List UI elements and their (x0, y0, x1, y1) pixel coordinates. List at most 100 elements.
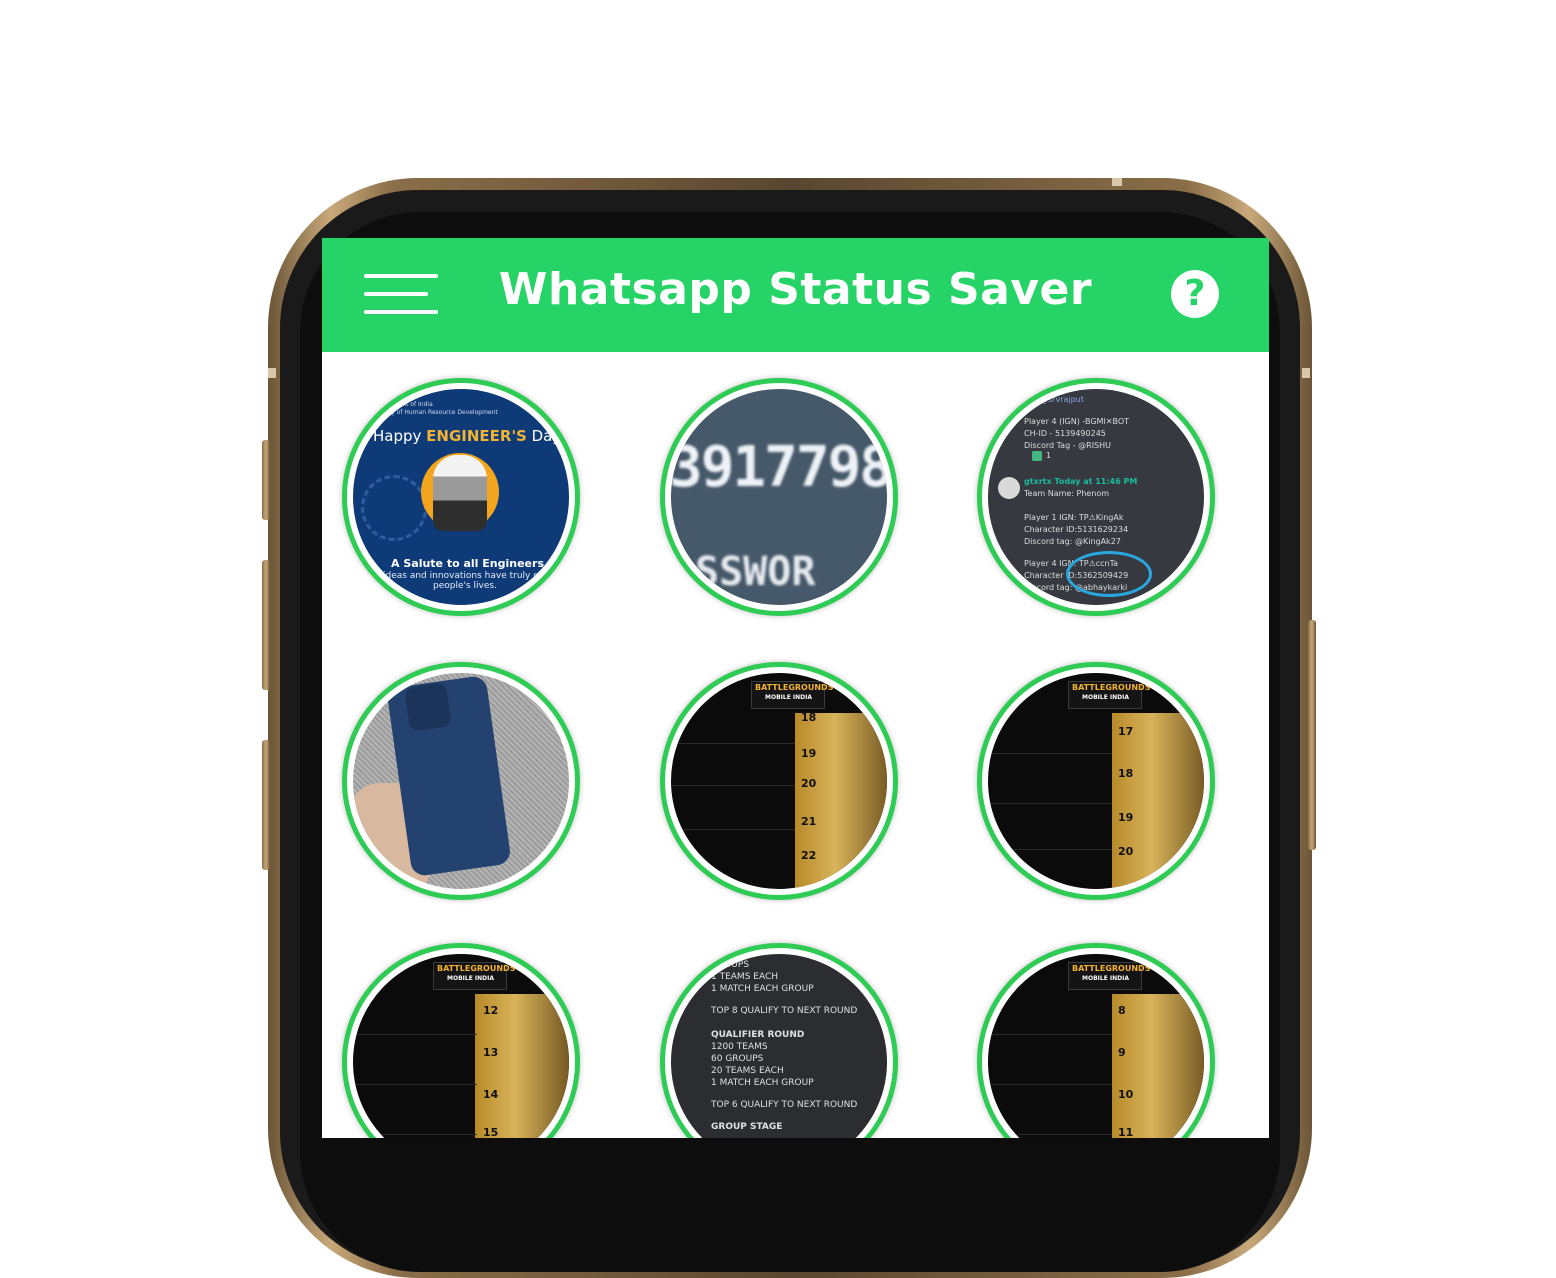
bgmi-logo-text: BATTLEGROUNDS (437, 964, 516, 973)
thumb-digits: 3917798 (671, 435, 887, 500)
table-divider (353, 1034, 477, 1035)
gear-graphic (361, 475, 427, 541)
thumb-salute: A Salute to all Engineers (391, 557, 544, 570)
antenna-line (1302, 368, 1310, 378)
table-divider (671, 785, 795, 786)
thumb-line: @srvrajput (1040, 395, 1084, 404)
table-divider (988, 1084, 1112, 1085)
side-button (262, 440, 270, 520)
check-icon (1032, 451, 1042, 461)
volume-up-button (262, 560, 270, 690)
status-item[interactable]: BATTLEGROUNDS MOBILE INDIA 18 19 20 21 2… (660, 662, 898, 900)
thumb-line: TOP 6 QUALIFY TO NEXT ROUND (711, 1100, 858, 1110)
rank-number: 8 (1118, 1004, 1126, 1017)
status-item[interactable]: Government of India Ministry of Human Re… (342, 378, 580, 616)
bgmi-logo-text: BATTLEGROUNDS (755, 683, 834, 692)
rank-number: 15 (483, 1126, 499, 1138)
status-item[interactable]: @srvrajput Player 4 (IGN) -BGMI✕BOT CH-I… (977, 378, 1215, 616)
status-item[interactable]: BATTLEGROUNDS MOBILE INDIA 12 13 14 15 (342, 943, 580, 1138)
thumb-line: TOP 8 QUALIFY TO NEXT ROUND (711, 1006, 858, 1016)
status-thumbnail: GROUPS 1 TEAMS EACH 1 MATCH EACH GROUP T… (671, 954, 887, 1138)
thumb-heading: Happy ENGINEER'S Day (373, 427, 562, 445)
rank-number: 20 (1118, 845, 1134, 858)
rank-number: 17 (1118, 725, 1134, 738)
status-thumbnail: BATTLEGROUNDS MOBILE INDIA 8 9 10 11 (988, 954, 1204, 1138)
bgmi-logo-subtext: MOBILE INDIA (1082, 694, 1129, 701)
thumb-line: 1200 TEAMS (711, 1042, 768, 1052)
table-divider (671, 829, 795, 830)
thumb-line: 1 TEAMS EACH (711, 972, 779, 982)
thumb-line: 1 (1046, 451, 1052, 460)
bgmi-logo-text: BATTLEGROUNDS (1072, 683, 1151, 692)
power-button (1308, 620, 1316, 850)
thumb-line: 1 MATCH EACH GROUP (711, 1078, 814, 1088)
bgmi-logo-subtext: MOBILE INDIA (447, 975, 494, 982)
volume-down-button (262, 740, 270, 870)
status-thumbnail: Government of India Ministry of Human Re… (353, 389, 569, 605)
rank-number: 13 (483, 1046, 499, 1059)
table-divider (988, 1134, 1112, 1135)
hamburger-menu-icon[interactable] (364, 274, 438, 316)
thumb-line: 60 GROUPS (711, 1054, 764, 1064)
antenna-line (1112, 178, 1122, 186)
table-divider (353, 1084, 477, 1085)
thumb-sub: ideas and innovations have truly ch peop… (383, 571, 544, 591)
thumb-line: 20 TEAMS EACH (711, 1066, 784, 1076)
thumb-line: Player 1 IGN: TP⚠KingAk (1024, 513, 1124, 522)
rank-number: 18 (801, 711, 817, 724)
table-divider (353, 1134, 477, 1135)
help-icon[interactable]: ? (1171, 270, 1219, 318)
table-divider (671, 743, 795, 744)
status-thumbnail: @srvrajput Player 4 (IGN) -BGMI✕BOT CH-I… (988, 389, 1204, 605)
bgmi-logo-subtext: MOBILE INDIA (765, 694, 812, 701)
rank-number: 18 (1118, 767, 1134, 780)
thumb-word: SSWOR (695, 549, 816, 595)
table-divider (988, 849, 1112, 850)
thumb-line: 1 MATCH EACH GROUP (711, 984, 814, 994)
gold-panel (1112, 994, 1204, 1138)
thumb-line: GROUP STAGE (711, 1122, 783, 1132)
rank-number: 9 (1118, 1046, 1126, 1059)
camera-module-graphic (404, 682, 452, 732)
antenna-line (268, 368, 276, 378)
thumb-line: gtxrtx Today at 11:46 PM (1024, 477, 1138, 486)
rank-number: 12 (483, 1004, 499, 1017)
status-item[interactable] (342, 662, 580, 900)
thumb-caption: Government of India Ministry of Human Re… (371, 401, 498, 416)
thumb-line: Character ID:5131629234 (1024, 525, 1129, 534)
status-thumbnail: BATTLEGROUNDS MOBILE INDIA 18 19 20 21 2… (671, 673, 887, 889)
status-grid: Government of India Ministry of Human Re… (322, 352, 1269, 1138)
status-item[interactable]: GROUPS 1 TEAMS EACH 1 MATCH EACH GROUP T… (660, 943, 898, 1138)
app-title: Whatsapp Status Saver (498, 264, 1093, 315)
gold-panel (1112, 713, 1204, 889)
status-thumbnail (353, 673, 569, 889)
thumb-line: CH-ID - 5139490245 (1024, 429, 1106, 438)
app-bar: Whatsapp Status Saver ? (322, 238, 1269, 352)
bgmi-logo-text: BATTLEGROUNDS (1072, 964, 1151, 973)
status-item[interactable]: BATTLEGROUNDS MOBILE INDIA 8 9 10 11 (977, 943, 1215, 1138)
scribble-mark (1066, 551, 1152, 597)
thumb-line: Discord Tag - @RISHU (1024, 441, 1111, 450)
status-item[interactable]: 3917798 SSWOR (660, 378, 898, 616)
rank-number: 19 (1118, 811, 1134, 824)
thumb-line: GROUPS (711, 960, 750, 970)
rank-number: 21 (801, 815, 817, 828)
rank-number: 22 (801, 849, 817, 862)
rank-number: 20 (801, 777, 817, 790)
rank-number: 10 (1118, 1088, 1134, 1101)
rank-number: 14 (483, 1088, 499, 1101)
gold-panel (795, 713, 887, 889)
status-thumbnail: 3917798 SSWOR (671, 389, 887, 605)
thumb-line: Team Name: Phenom (1024, 489, 1110, 498)
status-thumbnail: BATTLEGROUNDS MOBILE INDIA 12 13 14 15 (353, 954, 569, 1138)
rank-number: 11 (1118, 1126, 1134, 1138)
thumb-line: Player 4 (IGN) -BGMI✕BOT (1024, 417, 1130, 426)
table-divider (988, 753, 1112, 754)
status-thumbnail: BATTLEGROUNDS MOBILE INDIA 17 18 19 20 (988, 673, 1204, 889)
bgmi-logo-subtext: MOBILE INDIA (1082, 975, 1129, 982)
table-divider (988, 1034, 1112, 1035)
status-item[interactable]: BATTLEGROUNDS MOBILE INDIA 17 18 19 20 (977, 662, 1215, 900)
avatar (998, 477, 1020, 499)
portrait-figure (433, 455, 487, 531)
thumb-line: QUALIFIER ROUND (711, 1030, 805, 1040)
